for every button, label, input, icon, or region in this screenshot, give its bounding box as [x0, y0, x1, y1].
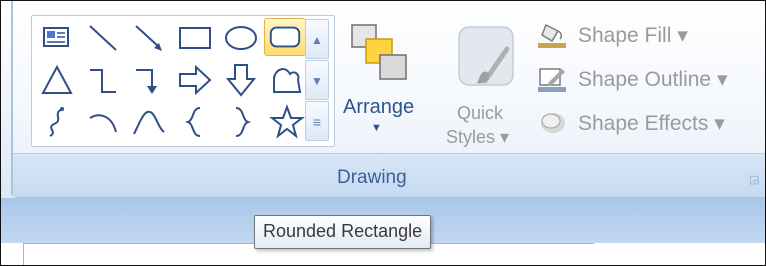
tooltip: Rounded Rectangle [254, 215, 432, 249]
elbow-connector-icon[interactable] [84, 62, 122, 98]
shape-outline-label: Shape Outline [578, 68, 712, 91]
gallery-more-icon[interactable]: ≡ [305, 101, 329, 141]
down-arrow-shape-icon[interactable] [222, 62, 260, 98]
gallery-scrollbar: ▲ ▼ ≡ [303, 15, 331, 145]
left-brace-shape-icon[interactable] [176, 104, 214, 140]
triangle-shape-icon[interactable] [38, 62, 76, 98]
elbow-arrow-connector-icon[interactable] [130, 62, 168, 98]
quick-styles-label[interactable]: Quick [457, 103, 503, 124]
gallery-scroll-up-icon[interactable]: ▲ [305, 19, 329, 59]
quick-styles-dropdown[interactable]: Styles ▾ [446, 127, 509, 148]
paint-bucket-icon [538, 21, 568, 49]
quick-styles-label-2: Styles [446, 127, 496, 147]
curved-connector-icon[interactable] [38, 104, 76, 140]
arrow-shape-icon[interactable] [130, 20, 168, 56]
shape-effects-label: Shape Effects [578, 112, 709, 135]
window-frame: Drawing ◲ ▲ ▼ ≡ Arrange ▼ Quick Styles ▾… [0, 0, 766, 266]
freeform-shape-icon[interactable] [268, 62, 306, 98]
oval-shape-icon[interactable] [222, 20, 260, 56]
curve-shape-icon[interactable] [130, 104, 168, 140]
arrange-dropdown-icon[interactable]: ▼ [371, 122, 382, 134]
rectangle-shape-icon[interactable] [176, 20, 214, 56]
group-label: Drawing [337, 167, 407, 188]
right-arrow-shape-icon[interactable] [176, 62, 214, 98]
dialog-launcher-icon[interactable]: ◲ [749, 173, 759, 186]
shape-fill-label: Shape Fill [578, 24, 672, 47]
shape-effects-icon [538, 109, 568, 137]
quick-styles-icon[interactable] [455, 23, 517, 89]
right-brace-shape-icon[interactable] [222, 104, 260, 140]
rounded-rectangle-shape-icon[interactable] [264, 18, 306, 56]
arrange-button[interactable]: Arrange [343, 96, 414, 119]
ribbon: Drawing ◲ ▲ ▼ ≡ Arrange ▼ Quick Styles ▾… [1, 1, 765, 198]
text-box-shape-icon[interactable] [38, 20, 76, 56]
line-shape-icon[interactable] [84, 20, 122, 56]
arc-shape-icon[interactable] [84, 104, 122, 140]
gallery-scroll-down-icon[interactable]: ▼ [305, 60, 329, 100]
star-shape-icon[interactable] [268, 104, 306, 140]
shapes-gallery [31, 15, 335, 147]
pen-outline-icon [538, 65, 568, 93]
arrange-icon[interactable] [346, 21, 414, 85]
